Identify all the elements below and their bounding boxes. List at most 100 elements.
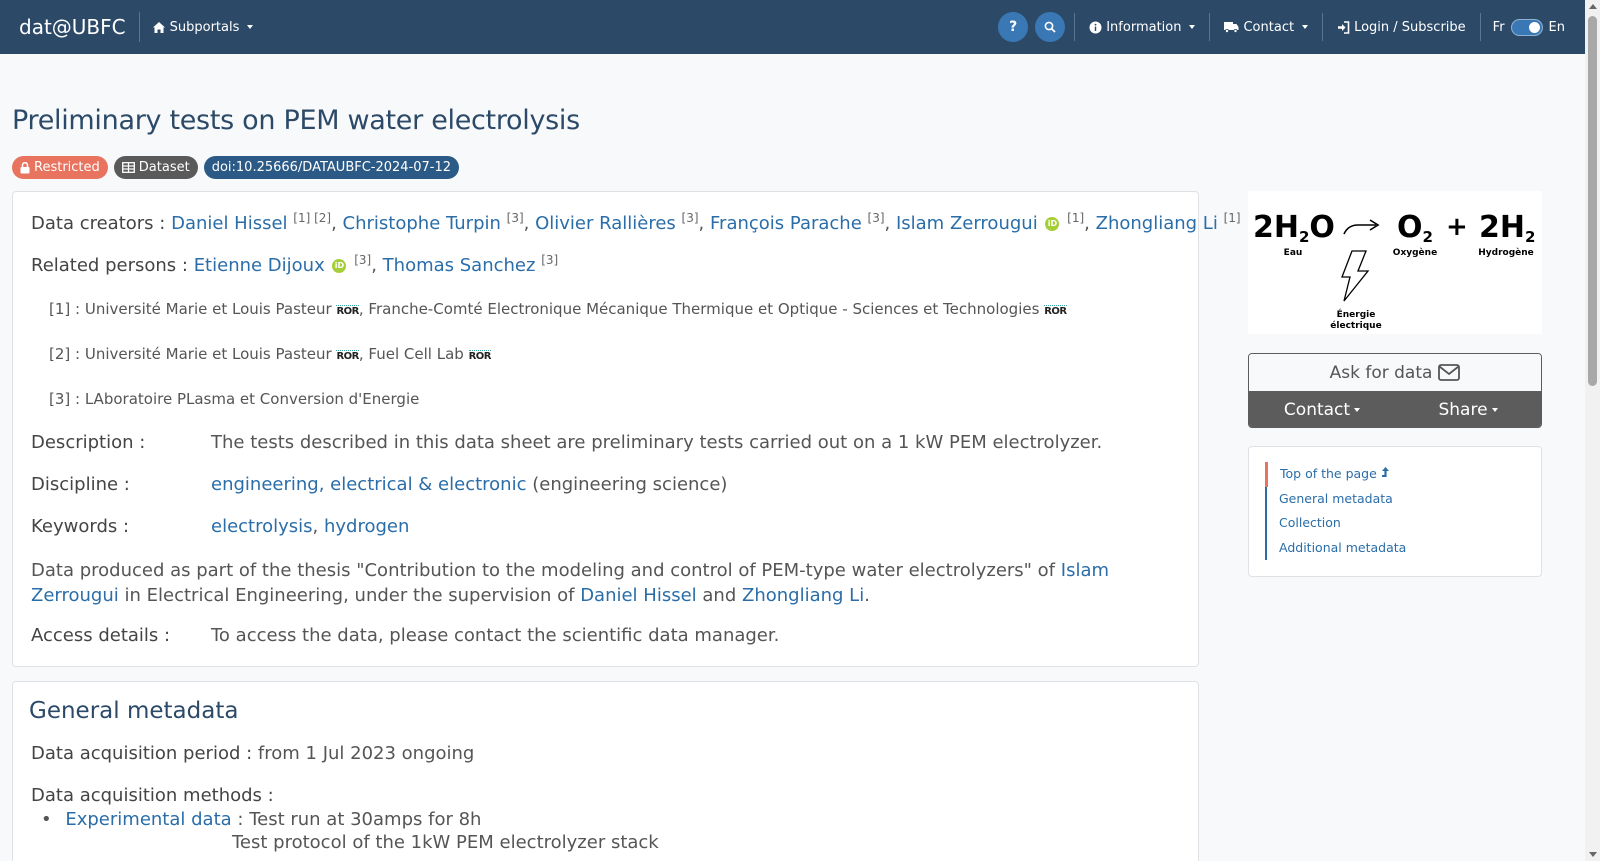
creator-link[interactable]: Islam Zerrougui bbox=[896, 213, 1038, 234]
ask-for-data-button[interactable]: Ask for data bbox=[1249, 354, 1541, 391]
subportals-label: Subportals bbox=[169, 19, 240, 35]
scroll-down-icon[interactable] bbox=[1589, 852, 1597, 857]
creator-link[interactable]: Daniel Hissel bbox=[171, 213, 287, 234]
access-row: Access details : bbox=[31, 625, 170, 646]
page-scrollbar[interactable] bbox=[1585, 0, 1600, 861]
scroll-thumb[interactable] bbox=[1588, 16, 1597, 386]
general-metadata-heading: General metadata bbox=[29, 698, 239, 724]
methods-label: Data acquisition methods : bbox=[31, 785, 274, 806]
ror-icon[interactable]: ROR bbox=[336, 350, 359, 362]
electrolysis-diagram: 2H2O O2 + 2H2 Eau Oxygène Hydrogène Éner… bbox=[1248, 191, 1542, 334]
help-button[interactable]: ? bbox=[998, 12, 1029, 42]
general-metadata-card: General metadata Data acquisition period… bbox=[12, 681, 1199, 861]
toggle-knob bbox=[1528, 21, 1540, 33]
creator-link[interactable]: François Parache bbox=[710, 213, 862, 234]
keyword-link[interactable]: hydrogen bbox=[324, 516, 409, 537]
toc-item-top[interactable]: Top of the page bbox=[1265, 462, 1406, 487]
access-label: Access details : bbox=[31, 625, 171, 646]
toc-item-collection[interactable]: Collection bbox=[1267, 511, 1406, 536]
dataset-label: Dataset bbox=[138, 160, 190, 175]
language-toggle[interactable] bbox=[1510, 18, 1543, 36]
electrique-label: électrique bbox=[1330, 320, 1381, 331]
contact-dropdown[interactable]: Contact bbox=[1249, 391, 1395, 427]
method-link[interactable]: Experimental data bbox=[65, 809, 231, 830]
affiliation-name: Franche-Comté Electronique Mécanique The… bbox=[368, 300, 1040, 318]
mail-truck-icon bbox=[1224, 22, 1239, 33]
affiliation-ref: [3] bbox=[541, 253, 559, 267]
ask-actions-row: Contact Share bbox=[1249, 391, 1541, 427]
affiliation-ref: [1] [2] bbox=[293, 211, 332, 225]
affiliation-item: [2] : Université Marie et Louis Pasteur … bbox=[49, 345, 491, 363]
description-value: The tests described in this data sheet a… bbox=[211, 432, 1103, 453]
share-dropdown[interactable]: Share bbox=[1395, 391, 1541, 427]
creator-link[interactable]: Olivier Rallières bbox=[535, 213, 676, 234]
access-value: To access the data, please contact the s… bbox=[211, 625, 780, 646]
hydrogene-label: Hydrogène bbox=[1478, 247, 1534, 258]
toc-item-label: Top of the page bbox=[1280, 466, 1377, 481]
orcid-icon[interactable]: iD bbox=[1045, 217, 1060, 231]
restricted-badge: Restricted bbox=[12, 156, 108, 179]
badge-row: Restricted Dataset doi:10.25666/DATAUBFC… bbox=[12, 156, 460, 179]
thesis-text: Electrical Engineering, under the superv… bbox=[146, 585, 575, 606]
supervisor-link[interactable]: Daniel Hissel bbox=[580, 585, 696, 606]
affiliation-number: [1] : bbox=[49, 300, 81, 318]
information-menu[interactable]: Information bbox=[1077, 12, 1207, 42]
ror-icon[interactable]: ROR bbox=[468, 350, 491, 362]
plus-sign: + bbox=[1446, 212, 1468, 242]
thesis-paragraph: Data produced as part of the thesis "Con… bbox=[31, 560, 1110, 606]
affiliation-ref: [3] bbox=[867, 211, 885, 225]
lang-en-label: En bbox=[1548, 19, 1565, 35]
discipline-extra: (engineering science) bbox=[532, 474, 728, 495]
period-label: Data acquisition period : bbox=[31, 743, 253, 764]
creator-link[interactable]: Zhongliang Li bbox=[1096, 213, 1218, 234]
envelope-icon bbox=[1438, 364, 1461, 381]
discipline-row: Discipline : bbox=[31, 474, 130, 495]
affiliation-ref: [3] bbox=[506, 211, 524, 225]
discipline-label: Discipline : bbox=[31, 474, 130, 495]
oxygen-formula: O bbox=[1397, 210, 1423, 245]
affiliation-ref: [1] bbox=[1067, 211, 1085, 225]
supervisor-link[interactable]: Zhongliang Li bbox=[742, 585, 864, 606]
toc-item-additional[interactable]: Additional metadata bbox=[1267, 536, 1406, 561]
electrolysis-equation-svg: 2H2O O2 + 2H2 Eau Oxygène Hydrogène Éner… bbox=[1253, 210, 1535, 331]
related-person-link[interactable]: Thomas Sanchez bbox=[383, 255, 536, 276]
svg-text:2H2: 2H2 bbox=[1479, 210, 1535, 246]
affiliation-ref: [3] bbox=[681, 211, 699, 225]
description-row: Description : bbox=[31, 432, 145, 453]
affiliation-name: Fuel Cell Lab bbox=[368, 345, 464, 363]
eau-label: Eau bbox=[1284, 248, 1303, 258]
keywords-label: Keywords : bbox=[31, 516, 130, 537]
method-list-item: • Experimental data : Test run at 30amps… bbox=[41, 809, 481, 830]
search-icon bbox=[1044, 21, 1056, 33]
ask-for-data-panel: Ask for data Contact Share bbox=[1248, 353, 1542, 428]
creators-label: Data creators : bbox=[31, 213, 166, 234]
information-label: Information bbox=[1106, 19, 1182, 35]
restricted-label: Restricted bbox=[34, 160, 100, 175]
doi-badge[interactable]: doi:10.25666/DATAUBFC-2024-07-12 bbox=[203, 156, 460, 179]
contact-menu[interactable]: Contact bbox=[1212, 12, 1320, 42]
creator-link[interactable]: Christophe Turpin bbox=[343, 213, 501, 234]
lang-fr-label: Fr bbox=[1492, 19, 1505, 35]
keyword-link[interactable]: electrolysis bbox=[211, 516, 313, 537]
affiliation-name: Université Marie et Louis Pasteur bbox=[84, 345, 332, 363]
ror-icon[interactable]: ROR bbox=[1044, 305, 1067, 317]
login-link[interactable]: Login / Subscribe bbox=[1325, 12, 1478, 42]
scroll-up-icon[interactable] bbox=[1589, 4, 1597, 9]
subportals-menu[interactable]: Subportals bbox=[140, 12, 266, 42]
discipline-link[interactable]: engineering, electrical & electronic bbox=[211, 474, 526, 495]
ror-icon[interactable]: ROR bbox=[336, 305, 359, 317]
sign-in-icon bbox=[1338, 20, 1350, 34]
table-icon bbox=[121, 162, 135, 173]
info-icon bbox=[1089, 21, 1102, 33]
dataset-details-card: Data creators : Daniel Hissel [1] [2], C… bbox=[12, 191, 1241, 667]
oxygene-label: Oxygène bbox=[1393, 247, 1437, 258]
related-person-link[interactable]: Etienne Dijoux bbox=[194, 255, 325, 276]
brand-logo[interactable]: dat@UBFC bbox=[19, 12, 140, 42]
home-icon bbox=[152, 21, 165, 33]
contact-dropdown-label: Contact bbox=[1283, 399, 1351, 420]
method-list-item-continued: Test protocol of the 1kW PEM electrolyze… bbox=[232, 832, 659, 853]
toc-item-general[interactable]: General metadata bbox=[1267, 487, 1406, 512]
search-button[interactable] bbox=[1035, 12, 1066, 42]
svg-text:2H2O: 2H2O bbox=[1253, 210, 1335, 246]
orcid-icon[interactable]: iD bbox=[332, 259, 347, 273]
